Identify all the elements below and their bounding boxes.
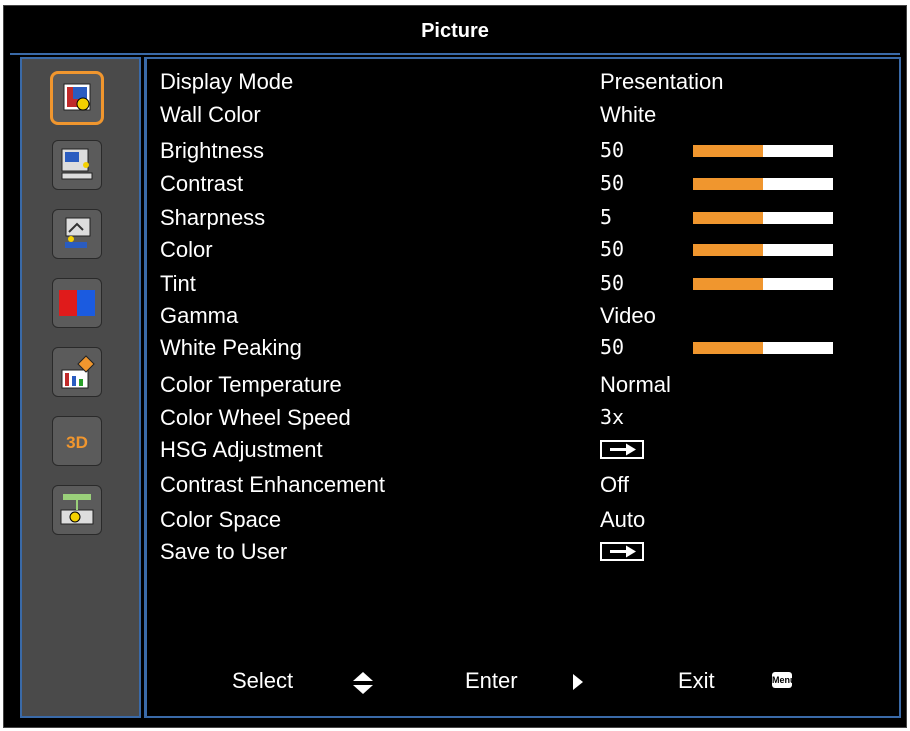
menu-row-value: 5 (600, 205, 613, 229)
level-slider[interactable] (693, 212, 833, 224)
3d-icon: 3D (66, 433, 88, 452)
sidebar-item-setting[interactable] (52, 209, 102, 259)
right-arrow-icon (573, 674, 583, 690)
enter-hint-label: Enter (465, 668, 518, 693)
menu-row-label: Color (160, 237, 213, 262)
menu-row-label: Tint (160, 271, 196, 296)
menu-row-value: Video (600, 303, 656, 328)
menu-title: Picture (421, 20, 489, 42)
level-slider[interactable] (693, 342, 833, 354)
menu-row-label: Brightness (160, 138, 264, 163)
menu-row-label: Color Temperature (160, 372, 342, 397)
menu-row-label: Wall Color (160, 102, 261, 127)
footer-hints: Select Enter Exit Menu (147, 668, 904, 698)
options-icon (61, 355, 95, 389)
menu-row-label: Contrast Enhancement (160, 472, 386, 497)
sidebar-item-color[interactable] (52, 278, 102, 328)
menu-row-value: Off (600, 472, 629, 497)
up-down-arrow-icon (353, 672, 373, 694)
level-slider-fill (693, 278, 763, 290)
setting-icon (65, 217, 91, 248)
lan-icon (60, 494, 94, 525)
volume-color-icon (59, 290, 95, 316)
level-slider-fill (693, 244, 763, 256)
menu-row-value: White (600, 102, 657, 127)
menu-row-value: 50 (600, 271, 625, 295)
level-slider-fill (693, 342, 763, 354)
title-bar: Picture (4, 6, 906, 53)
menu-row[interactable]: Color Wheel Speed 3x (160, 405, 890, 435)
menu-row[interactable]: Brightness 50 (160, 138, 890, 168)
select-hint-label: Select (232, 668, 294, 693)
category-sidebar: 3D (20, 57, 141, 718)
menu-row[interactable]: Wall Color White (160, 102, 890, 132)
osd-window: Picture 3D Display Mode Presentation Wal… (3, 5, 907, 728)
menu-row-value: 50 (600, 138, 625, 162)
menu-panel: Display Mode Presentation Wall Color White B… (144, 57, 901, 718)
menu-row-label: Save to User (160, 539, 288, 564)
level-slider-fill (693, 178, 763, 190)
menu-row-label: HSG Adjustment (160, 437, 323, 462)
menu-row[interactable]: Tint 50 (160, 271, 890, 301)
level-slider[interactable] (693, 178, 833, 190)
menu-row[interactable]: Color Temperature Normal (160, 372, 890, 402)
menu-row[interactable]: Save to User (160, 539, 890, 569)
menu-row[interactable]: Contrast Enhancement Off (160, 472, 890, 502)
menu-row-label: Color Wheel Speed (160, 405, 351, 430)
menu-row-label: Color Space (160, 507, 282, 532)
sidebar-item-lan[interactable] (52, 485, 102, 535)
menu-row-value: Presentation (600, 69, 724, 94)
submenu-arrow-icon[interactable] (600, 542, 644, 561)
menu-row[interactable]: HSG Adjustment (160, 437, 890, 467)
menu-key-icon: Menu (772, 672, 796, 688)
menu-row-value: 50 (600, 171, 625, 195)
menu-row-label: Contrast (160, 171, 244, 196)
menu-row[interactable]: Color 50 (160, 237, 890, 267)
picture-icon (63, 83, 91, 111)
menu-row-value: Auto (600, 507, 646, 532)
exit-hint-label: Exit (678, 668, 715, 693)
menu-row[interactable]: Sharpness 5 (160, 205, 890, 235)
level-slider-fill (693, 145, 763, 157)
level-slider[interactable] (693, 278, 833, 290)
screen-icon (61, 148, 93, 180)
menu-row-value: 3x (600, 405, 625, 429)
sidebar-item-3d[interactable]: 3D (52, 416, 102, 466)
menu-row-label: Display Mode (160, 69, 294, 94)
menu-row-value: Normal (600, 372, 671, 397)
sidebar-item-options[interactable] (52, 347, 102, 397)
menu-row-label: Sharpness (160, 205, 266, 230)
menu-row[interactable]: Color Space Auto (160, 507, 890, 537)
level-slider-fill (693, 212, 763, 224)
menu-row[interactable]: Contrast 50 (160, 171, 890, 201)
menu-row-value: 50 (600, 237, 625, 261)
svg-text:3D: 3D (66, 433, 88, 452)
menu-row-label: Gamma (160, 303, 239, 328)
title-divider (10, 53, 900, 55)
menu-row[interactable]: Display Mode Presentation (160, 69, 890, 99)
menu-row-value: 50 (600, 335, 625, 359)
menu-row[interactable]: White Peaking 50 (160, 335, 890, 365)
menu-row[interactable]: Gamma Video (160, 303, 890, 333)
sidebar-item-screen[interactable] (52, 140, 102, 190)
level-slider[interactable] (693, 244, 833, 256)
level-slider[interactable] (693, 145, 833, 157)
submenu-arrow-icon[interactable] (600, 440, 644, 459)
menu-row-label: White Peaking (160, 335, 302, 360)
sidebar-item-picture[interactable] (50, 71, 104, 125)
